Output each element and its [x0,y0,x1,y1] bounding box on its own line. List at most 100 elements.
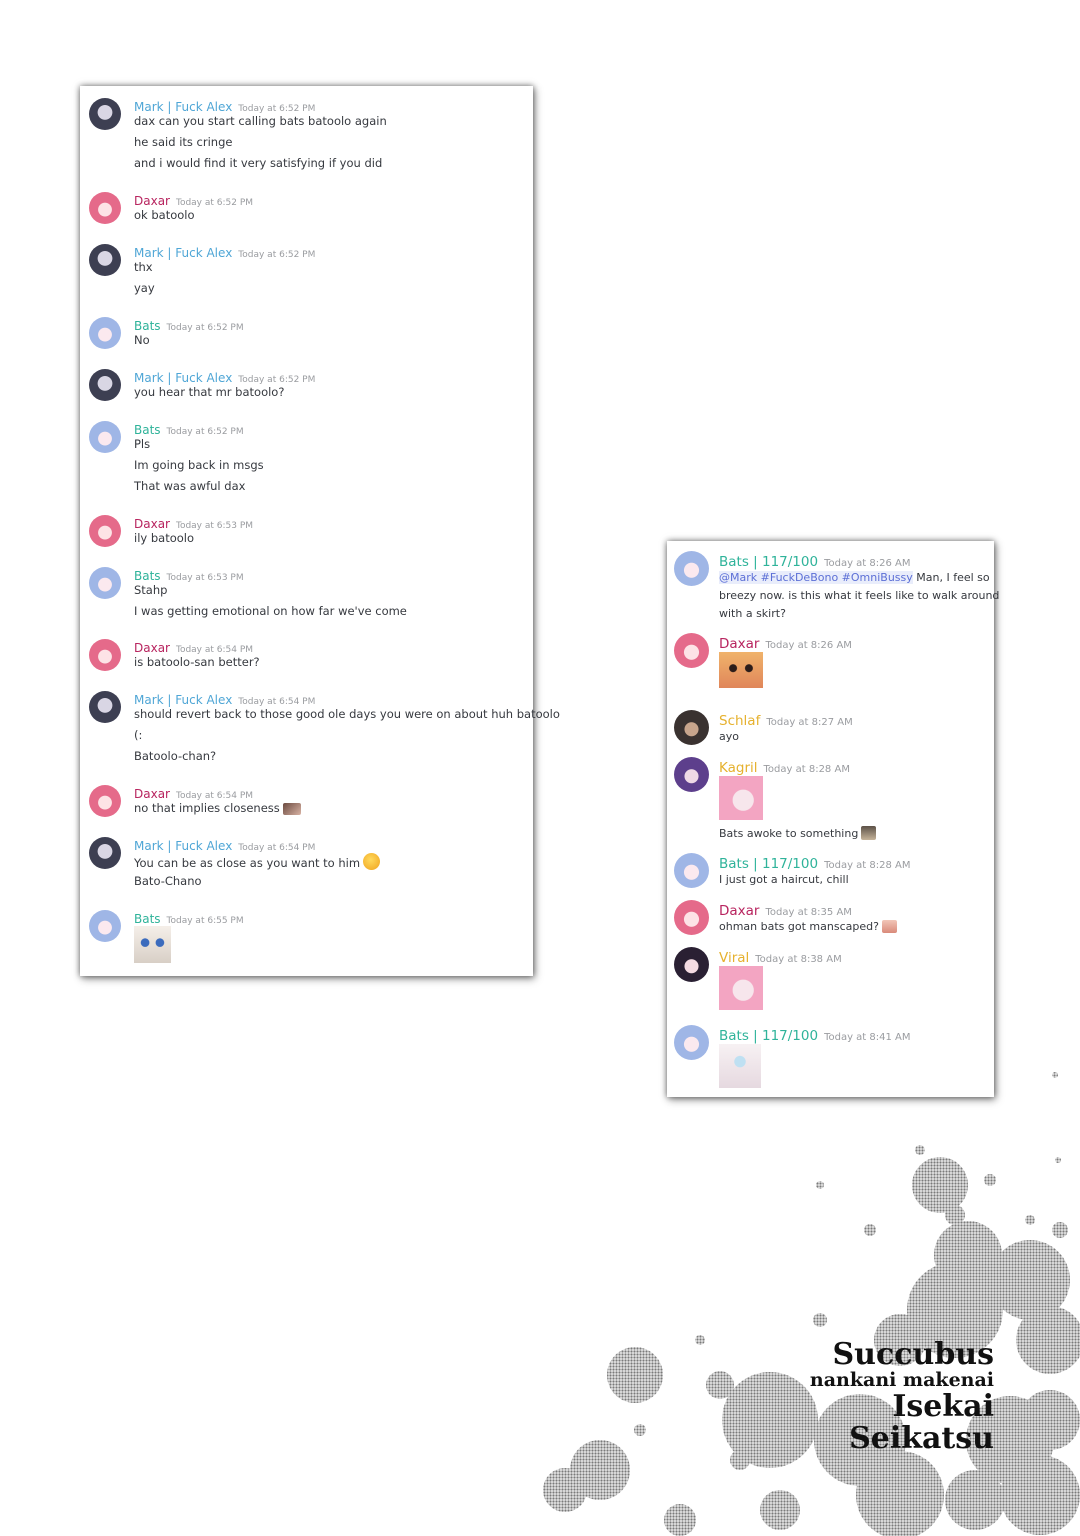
username[interactable]: Bats | 117/100 [719,554,818,570]
username[interactable]: Bats [134,423,161,437]
sticker-image[interactable] [719,966,763,1010]
username[interactable]: Bats [134,569,161,583]
user-avatar[interactable] [89,691,121,723]
user-avatar[interactable] [89,244,121,276]
user-avatar[interactable] [89,567,121,599]
username[interactable]: Daxar [134,641,170,655]
message-text-content: you hear that mr batoolo? [134,385,285,399]
message-header: Bats Today at 6:52 PM [134,315,244,334]
message-text-content: he said its cringe [134,134,233,149]
message-text-content: Stahp [134,583,168,597]
user-avatar[interactable] [89,785,121,817]
user-avatar[interactable] [89,421,121,453]
user-avatar[interactable] [89,317,121,349]
username[interactable]: Viral [719,950,749,966]
message-text-content: Bats awoke to something [719,827,859,840]
username[interactable]: Bats [134,319,161,333]
chat-screenshot-left: Mark | Fuck Alex Today at 6:52 PM dax can … [80,86,560,976]
user-avatar[interactable] [89,910,121,942]
user-avatar[interactable] [674,710,709,745]
message-text: Stahp [134,583,167,597]
emoji-icon [861,826,877,840]
message-text-content: yay [134,280,155,295]
user-avatar[interactable] [89,98,121,130]
message-text-content: Bato-Chano [134,873,202,888]
winking-face-emoji-icon [363,853,381,870]
message-text-content: Pls [134,437,151,451]
message-text-content: is batoolo-san better? [134,655,260,669]
username[interactable]: Mark | Fuck Alex [134,246,232,260]
emoji-icon [881,920,897,933]
username[interactable]: Bats [134,912,161,926]
sticker-image[interactable] [719,652,763,688]
message-header: Bats Today at 6:55 PM [134,908,244,927]
username[interactable]: Schlaf [719,713,760,729]
message-text: you hear that mr batoolo? [134,385,284,399]
timestamp: Today at 6:52 PM [238,375,316,385]
message-text: breezy now. is this what it feels like t… [719,589,999,602]
message-text: ayo [719,730,739,743]
username[interactable]: Daxar [719,903,759,919]
user-avatar[interactable] [89,837,121,869]
message-text: should revert back to those good ole day… [134,707,560,721]
message-header: Daxar Today at 6:54 PM [134,637,253,656]
timestamp: Today at 8:38 AM [755,954,842,965]
timestamp: Today at 6:54 PM [175,791,254,801]
user-avatar[interactable] [674,633,709,668]
title-line-3: Isekai [892,1389,994,1424]
user-avatar[interactable] [674,757,709,792]
message-text: and i would find it very satisfying if y… [134,156,382,170]
username[interactable]: Mark | Fuck Alex [134,839,232,853]
message-text-content: ily batoolo [134,531,195,545]
user-avatar[interactable] [674,853,709,888]
message-text-content: No [134,333,150,347]
title-line-1: Succubus [832,1337,995,1372]
user-avatar[interactable] [674,551,709,586]
timestamp: Today at 6:54 PM [238,697,316,707]
user-avatar[interactable] [89,639,121,671]
username[interactable]: Mark | Fuck Alex [134,371,232,385]
mention-tag[interactable]: @Mark #FuckDeBono #OmniBussy [719,571,913,584]
user-avatar[interactable] [674,947,709,982]
message-text-content: with a skirt? [719,606,786,620]
username[interactable]: Daxar [134,787,170,801]
series-title-logo: Succubus nankani makenai Isekai Seikatsu [810,1340,994,1454]
user-avatar[interactable] [89,369,121,401]
message-header: Bats Today at 6:53 PM [134,565,244,584]
timestamp: Today at 8:26 AM [824,558,911,569]
user-avatar[interactable] [674,900,709,935]
message-text-content: and i would find it very satisfying if y… [134,155,383,170]
sticker-image[interactable] [719,1044,761,1088]
username[interactable]: Bats | 117/100 [719,1028,818,1044]
message-header: Bats | 117/100 Today at 8:41 AM [719,1025,911,1044]
username[interactable]: Bats | 117/100 [719,856,818,872]
message-text-content: I just got a haircut, chill [719,873,849,886]
timestamp: Today at 6:52 PM [166,427,244,437]
message-text: I just got a haircut, chill [719,873,849,886]
message-text-content: breezy now. is this what it feels like t… [719,588,1000,602]
username[interactable]: Daxar [719,636,759,652]
message-header: Bats | 117/100 Today at 8:26 AM [719,551,911,570]
user-avatar[interactable] [89,515,121,547]
username[interactable]: Daxar [134,517,170,531]
username[interactable]: Daxar [134,194,170,208]
image-attachment[interactable] [134,926,171,963]
message-text: @Mark #FuckDeBono #OmniBussy Man, I feel… [719,571,990,584]
timestamp: Today at 8:28 AM [763,764,850,775]
username[interactable]: Mark | Fuck Alex [134,693,232,707]
timestamp: Today at 8:26 AM [765,640,852,651]
message-text-content: no that implies closeness [134,801,280,815]
message-text: ok batoolo [134,208,195,222]
message-text: Batoolo-chan? [134,749,216,763]
message-text: No [134,333,150,347]
username[interactable]: Mark | Fuck Alex [134,100,232,114]
sticker-image[interactable] [719,776,763,820]
message-text-content: ohman bats got manscaped? [719,920,879,933]
username[interactable]: Kagril [719,760,758,776]
message-text-content: That was awful dax [134,478,246,493]
user-avatar[interactable] [674,1025,709,1060]
user-avatar[interactable] [89,192,121,224]
message-header: Schlaf Today at 8:27 AM [719,710,853,729]
message-text: You can be as close as you want to him [134,853,381,870]
chat-screenshot-right: Bats | 117/100 Today at 8:26 AM @Mark #Fuc… [667,541,999,1097]
